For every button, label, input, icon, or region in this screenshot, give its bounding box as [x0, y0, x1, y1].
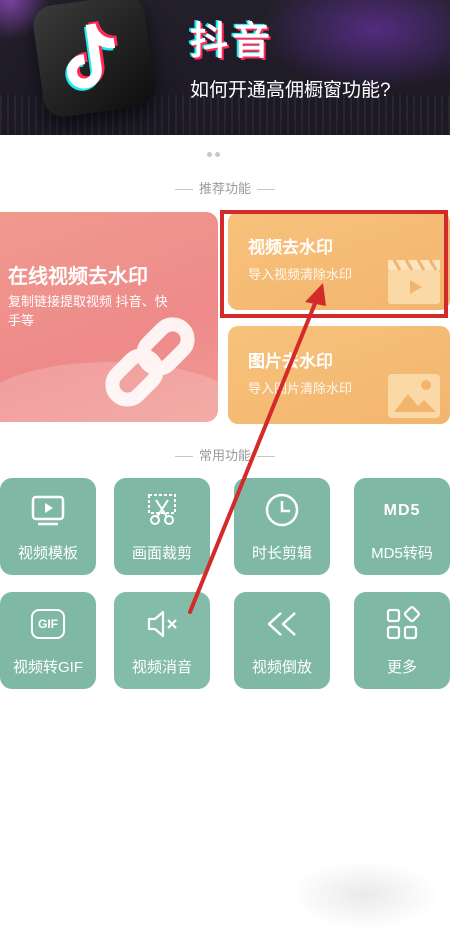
annotation-arrow [188, 283, 326, 614]
bottom-watermark [290, 860, 440, 930]
